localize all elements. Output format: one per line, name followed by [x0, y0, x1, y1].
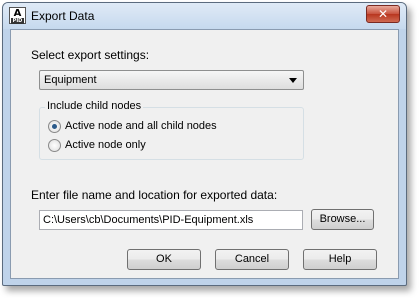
- dropdown-selected-value: Equipment: [44, 74, 97, 86]
- radio-label: Active node and all child nodes: [65, 120, 217, 132]
- file-path-value: C:\Users\cb\Documents\PID-Equipment.xls: [43, 214, 254, 226]
- cancel-button[interactable]: Cancel: [215, 249, 289, 270]
- close-icon: ✕: [377, 7, 389, 21]
- radio-label: Active node only: [65, 139, 146, 151]
- app-icon-letter: A: [13, 8, 22, 19]
- title-bar[interactable]: A PID Export Data ✕: [3, 3, 406, 29]
- export-settings-dropdown[interactable]: Equipment: [39, 70, 304, 90]
- dialog-client-area: Select export settings: Equipment Includ…: [10, 29, 399, 279]
- window-title: Export Data: [31, 9, 95, 23]
- app-icon: A PID: [9, 7, 26, 24]
- browse-button[interactable]: Browse...: [311, 209, 374, 230]
- dialog-frame: A PID Export Data ✕ Select export settin…: [0, 0, 419, 298]
- radio-button-selected[interactable]: [48, 120, 61, 133]
- group-legend: Include child nodes: [45, 100, 144, 112]
- chevron-down-icon: [289, 78, 297, 83]
- export-data-dialog: A PID Export Data ✕ Select export settin…: [2, 2, 407, 286]
- ok-button[interactable]: OK: [127, 249, 201, 270]
- close-button[interactable]: ✕: [366, 5, 400, 23]
- radio-button[interactable]: [48, 139, 61, 152]
- child-nodes-group: Include child nodes Active node and all …: [39, 100, 304, 160]
- file-path-field[interactable]: C:\Users\cb\Documents\PID-Equipment.xls: [39, 210, 303, 230]
- app-icon-sub: PID: [11, 18, 24, 24]
- file-label: Enter file name and location for exporte…: [31, 188, 278, 202]
- help-button[interactable]: Help: [303, 249, 377, 270]
- settings-label: Select export settings:: [31, 48, 150, 62]
